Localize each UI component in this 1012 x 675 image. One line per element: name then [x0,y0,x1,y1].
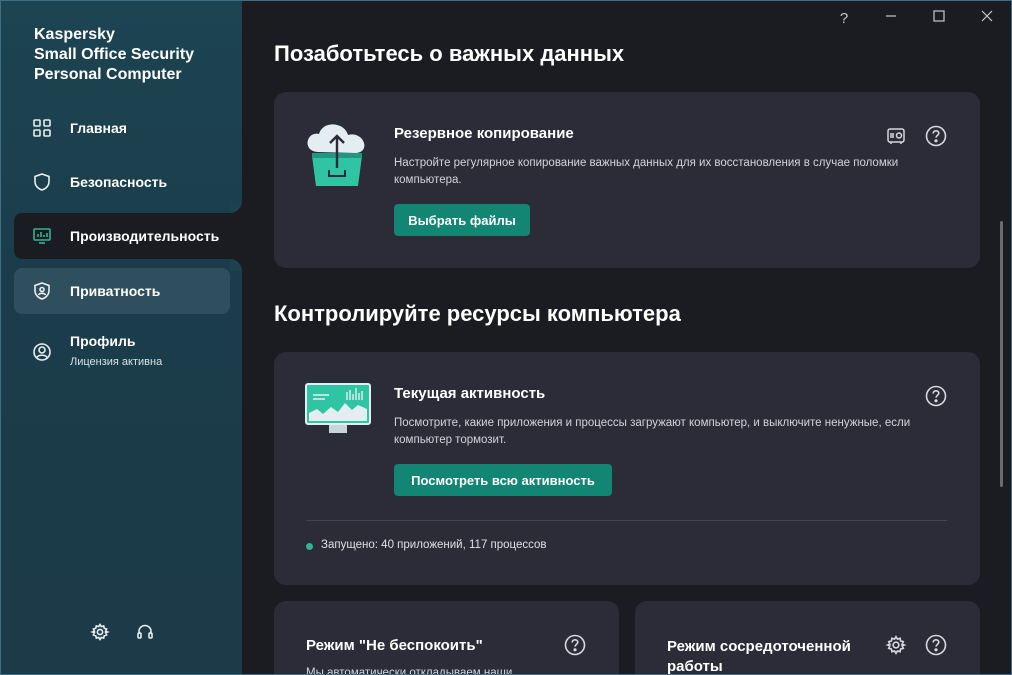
activity-title: Текущая активность [394,385,546,402]
dnd-description: Мы автоматически откладываем наши [306,667,513,675]
activity-card: Текущая активность Посмотрите, какие при… [274,352,980,585]
backup-help-icon[interactable] [925,125,947,147]
sidebar-item-profile[interactable]: Профиль Лицензия активна [14,329,230,375]
privacy-shield-icon [34,282,50,300]
sidebar-item-label: Безопасность [70,174,168,190]
minimize-icon [886,15,896,17]
app-title-line-2: Small Office Security [34,46,195,63]
focus-title-line-1: Режим сосредоточенной [667,638,851,655]
focus-mode-card: Режим сосредоточенной работы [635,601,980,675]
section-title-backup: Позаботьтесь о важных данных [274,41,625,66]
shield-icon [34,173,50,191]
focus-title: Режим сосредоточенной работы [667,637,851,675]
activity-monitor-illustration-icon [305,383,371,433]
app-window: Kaspersky Small Office Security Personal… [0,0,1012,675]
sidebar-item-security[interactable]: Безопасность [14,159,230,205]
active-tab-corner-top [230,201,242,213]
sidebar-item-label: Профиль [70,333,136,349]
sidebar: Kaspersky Small Office Security Personal… [1,1,242,674]
activity-divider [306,520,947,521]
running-status-text: Запущено: 40 приложений, 117 процессов [321,539,547,551]
backup-drive-icon[interactable] [885,125,907,147]
section-title-resources: Контролируйте ресурсы компьютера [274,301,681,326]
support-headset-icon[interactable] [135,622,155,642]
backup-card: Резервное копирование Настройте регулярн… [274,92,980,268]
app-title: Kaspersky Small Office Security Personal… [34,25,194,85]
close-icon [981,10,993,22]
minimize-button[interactable] [881,9,901,29]
focus-help-icon[interactable] [925,634,947,656]
sidebar-item-home[interactable]: Главная [14,105,230,151]
scrollbar[interactable] [1000,221,1003,487]
sidebar-item-performance[interactable]: Производительность [14,213,242,259]
home-grid-icon [33,119,51,137]
monitor-performance-icon [33,228,51,244]
view-all-activity-button[interactable]: Посмотреть всю активность [394,464,612,496]
help-window-button[interactable]: ? [834,9,854,29]
maximize-icon [933,10,945,22]
sidebar-item-label: Производительность [70,228,220,244]
select-files-button[interactable]: Выбрать файлы [394,204,530,236]
focus-title-line-2: работы [667,658,723,675]
backup-title: Резервное копирование [394,125,574,142]
active-tab-corner-bottom [230,259,242,271]
user-circle-icon [33,343,51,361]
app-title-line-1: Kaspersky [34,26,115,43]
settings-gear-icon[interactable] [90,622,110,642]
focus-settings-gear-icon[interactable] [885,634,907,656]
license-status: Лицензия активна [70,356,163,368]
dnd-title: Режим "Не беспокоить" [306,637,483,654]
do-not-disturb-card: Режим "Не беспокоить" Мы автоматически о… [274,601,619,675]
sidebar-item-label: Главная [70,120,127,136]
sidebar-item-label: Приватность [70,283,161,299]
app-title-line-3: Personal Computer [34,66,182,83]
running-status-dot [306,543,313,550]
close-button[interactable] [977,9,997,29]
maximize-button[interactable] [929,9,949,29]
cloud-backup-illustration-icon [307,124,365,186]
dnd-help-icon[interactable] [564,634,586,656]
activity-help-icon[interactable] [925,385,947,407]
sidebar-item-privacy[interactable]: Приватность [14,268,230,314]
activity-description: Посмотрите, какие приложения и процессы … [394,417,911,446]
backup-description: Настройте регулярное копирование важных … [394,157,899,186]
